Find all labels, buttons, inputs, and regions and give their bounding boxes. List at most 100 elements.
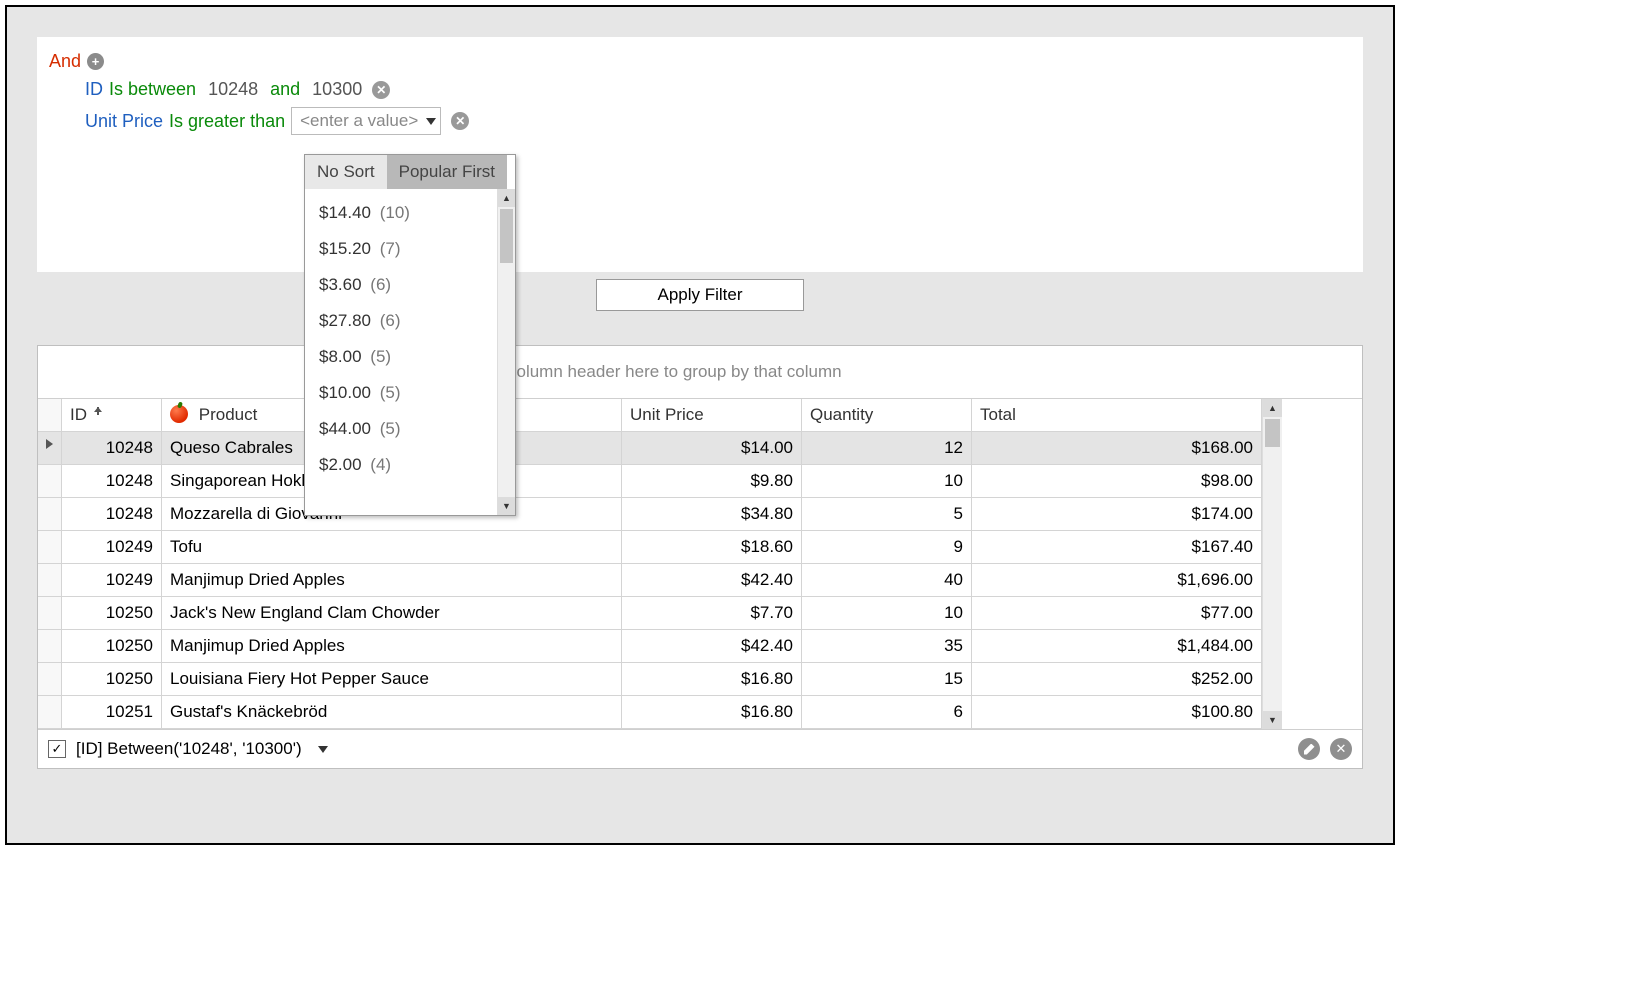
cell-quantity[interactable]: 10 <box>802 597 972 630</box>
cell-unit-price[interactable]: $7.70 <box>622 597 802 630</box>
group-panel[interactable]: column header here to group by that colu… <box>38 346 1362 399</box>
row-indicator[interactable] <box>38 564 62 597</box>
cell-product[interactable]: Louisiana Fiery Hot Pepper Sauce <box>162 663 622 696</box>
cell-total[interactable]: $98.00 <box>972 465 1262 498</box>
filter-root-node[interactable]: And + <box>49 51 1351 72</box>
add-condition-icon[interactable]: + <box>87 53 104 70</box>
row-indicator[interactable] <box>38 663 62 696</box>
cell-total[interactable]: $174.00 <box>972 498 1262 531</box>
filter-field[interactable]: ID <box>85 79 103 100</box>
column-header-total[interactable]: Total <box>972 399 1262 432</box>
data-grid: column header here to group by that colu… <box>37 345 1363 769</box>
cell-id[interactable]: 10249 <box>62 531 162 564</box>
cell-id[interactable]: 10250 <box>62 663 162 696</box>
cell-total[interactable]: $167.40 <box>972 531 1262 564</box>
cell-id[interactable]: 10248 <box>62 432 162 465</box>
cell-id[interactable]: 10249 <box>62 564 162 597</box>
filter-expression[interactable]: [ID] Between('10248', '10300') <box>76 739 302 759</box>
cell-quantity[interactable]: 9 <box>802 531 972 564</box>
cell-unit-price[interactable]: $34.80 <box>622 498 802 531</box>
column-header-label: Unit Price <box>630 405 704 424</box>
filter-operator[interactable]: Is greater than <box>169 111 285 132</box>
dropdown-item[interactable]: $14.40 (10) <box>305 195 497 231</box>
scroll-down-icon[interactable]: ▼ <box>498 497 515 515</box>
cell-unit-price[interactable]: $42.40 <box>622 564 802 597</box>
cell-quantity[interactable]: 10 <box>802 465 972 498</box>
row-indicator[interactable] <box>38 498 62 531</box>
dropdown-scrollbar[interactable]: ▲ ▼ <box>497 189 515 515</box>
dropdown-item[interactable]: $2.00 (4) <box>305 447 497 483</box>
cell-quantity[interactable]: 15 <box>802 663 972 696</box>
scroll-up-icon[interactable]: ▲ <box>498 189 515 207</box>
scroll-thumb[interactable] <box>1265 419 1280 447</box>
dropdown-item[interactable]: $15.20 (7) <box>305 231 497 267</box>
cell-quantity[interactable]: 35 <box>802 630 972 663</box>
cell-total[interactable]: $77.00 <box>972 597 1262 630</box>
dropdown-item[interactable]: $3.60 (6) <box>305 267 497 303</box>
scroll-down-icon[interactable]: ▼ <box>1263 711 1282 729</box>
dropdown-item[interactable]: $27.80 (6) <box>305 303 497 339</box>
filter-operator[interactable]: Is between <box>109 79 196 100</box>
cell-total[interactable]: $252.00 <box>972 663 1262 696</box>
dropdown-tab-nosort[interactable]: No Sort <box>305 155 387 189</box>
cell-id[interactable]: 10250 <box>62 630 162 663</box>
cell-quantity[interactable]: 6 <box>802 696 972 729</box>
dropdown-item[interactable]: $44.00 (5) <box>305 411 497 447</box>
row-indicator[interactable] <box>38 531 62 564</box>
column-header-id[interactable]: ID <box>62 399 162 432</box>
cell-unit-price[interactable]: $18.60 <box>622 531 802 564</box>
cell-unit-price[interactable]: $14.00 <box>622 432 802 465</box>
cell-quantity[interactable]: 12 <box>802 432 972 465</box>
cell-unit-price[interactable]: $42.40 <box>622 630 802 663</box>
filter-condition-row: Unit Price Is greater than <enter a valu… <box>49 100 1351 135</box>
dropdown-item-count: (6) <box>380 311 401 330</box>
cell-id[interactable]: 10251 <box>62 696 162 729</box>
row-indicator[interactable] <box>38 597 62 630</box>
row-indicator[interactable] <box>38 630 62 663</box>
cell-unit-price[interactable]: $16.80 <box>622 663 802 696</box>
cell-total[interactable]: $1,484.00 <box>972 630 1262 663</box>
filter-value[interactable]: 10248 <box>208 79 258 100</box>
current-row-icon <box>46 439 53 449</box>
filter-value-dropdown[interactable]: <enter a value> <box>291 107 441 135</box>
dropdown-item-count: (5) <box>380 419 401 438</box>
cell-total[interactable]: $100.80 <box>972 696 1262 729</box>
edit-filter-button[interactable] <box>1298 738 1320 760</box>
column-header-unit-price[interactable]: Unit Price <box>622 399 802 432</box>
cell-total[interactable]: $1,696.00 <box>972 564 1262 597</box>
row-indicator[interactable] <box>38 432 62 465</box>
chevron-down-icon[interactable] <box>318 746 328 753</box>
cell-quantity[interactable]: 40 <box>802 564 972 597</box>
apply-filter-button[interactable]: Apply Filter <box>596 279 803 311</box>
cell-product[interactable]: Gustaf's Knäckebröd <box>162 696 622 729</box>
clear-filter-button[interactable]: ✕ <box>1330 738 1352 760</box>
filter-condition-row: ID Is between 10248 and 10300 ✕ <box>49 72 1351 100</box>
filter-value[interactable]: 10300 <box>312 79 362 100</box>
cell-product[interactable]: Manjimup Dried Apples <box>162 630 622 663</box>
filter-enabled-checkbox[interactable]: ✓ <box>48 740 66 758</box>
cell-total[interactable]: $168.00 <box>972 432 1262 465</box>
dropdown-item[interactable]: $8.00 (5) <box>305 339 497 375</box>
row-indicator[interactable] <box>38 465 62 498</box>
filter-field[interactable]: Unit Price <box>85 111 163 132</box>
filter-join: and <box>270 79 300 100</box>
grid-scrollbar[interactable]: ▲ ▼ <box>1262 399 1282 729</box>
scroll-thumb[interactable] <box>500 209 513 263</box>
dropdown-tab-popular[interactable]: Popular First <box>387 155 507 189</box>
dropdown-item-count: (10) <box>380 203 410 222</box>
column-header-quantity[interactable]: Quantity <box>802 399 972 432</box>
cell-quantity[interactable]: 5 <box>802 498 972 531</box>
cell-product[interactable]: Manjimup Dried Apples <box>162 564 622 597</box>
cell-id[interactable]: 10248 <box>62 498 162 531</box>
remove-condition-icon[interactable]: ✕ <box>451 112 469 130</box>
scroll-up-icon[interactable]: ▲ <box>1263 399 1282 417</box>
cell-unit-price[interactable]: $16.80 <box>622 696 802 729</box>
cell-id[interactable]: 10248 <box>62 465 162 498</box>
dropdown-item[interactable]: $10.00 (5) <box>305 375 497 411</box>
cell-id[interactable]: 10250 <box>62 597 162 630</box>
cell-product[interactable]: Tofu <box>162 531 622 564</box>
cell-unit-price[interactable]: $9.80 <box>622 465 802 498</box>
remove-condition-icon[interactable]: ✕ <box>372 81 390 99</box>
cell-product[interactable]: Jack's New England Clam Chowder <box>162 597 622 630</box>
row-indicator[interactable] <box>38 696 62 729</box>
